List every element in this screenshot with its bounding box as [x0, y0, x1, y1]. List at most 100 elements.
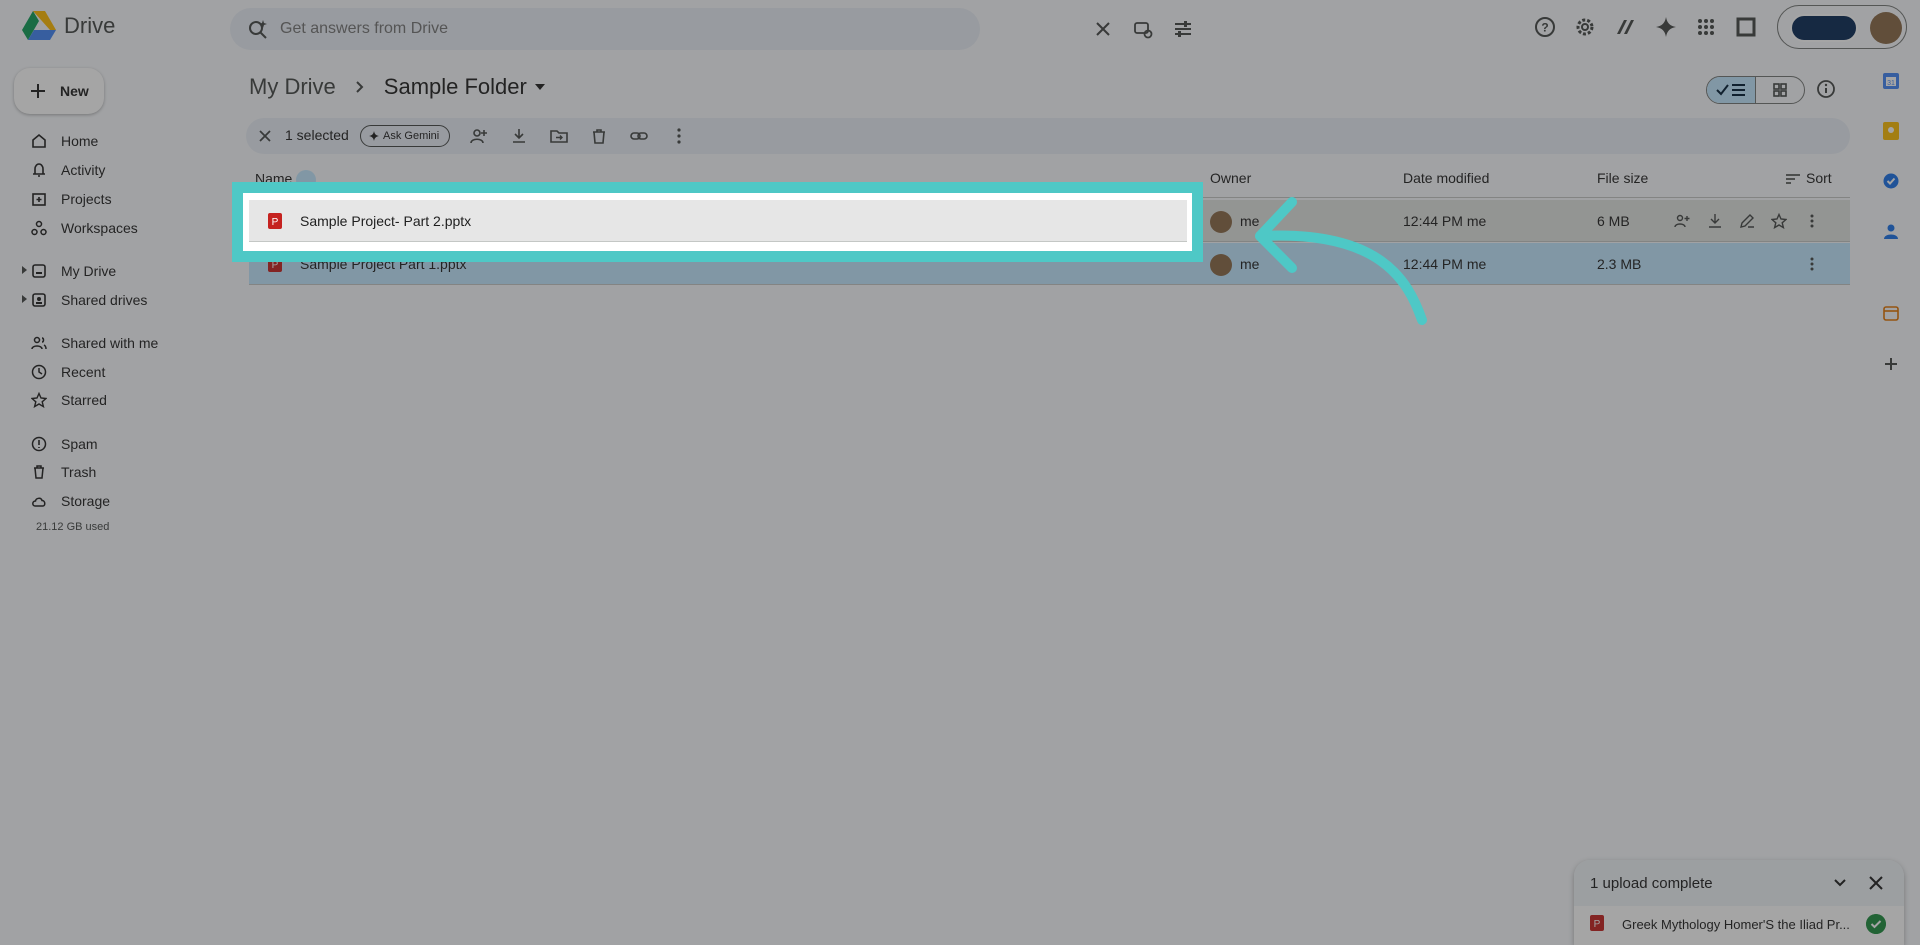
expand-caret-icon[interactable] — [22, 266, 28, 274]
info-icon[interactable] — [1816, 79, 1836, 99]
new-button[interactable]: New — [14, 68, 104, 114]
avatar[interactable] — [1870, 12, 1902, 44]
close-icon[interactable] — [1868, 875, 1884, 891]
help-icon[interactable]: ? — [1534, 16, 1556, 38]
new-button-label: New — [60, 83, 89, 99]
sidebar-item-label: Shared drives — [61, 292, 148, 308]
grid-icon — [1773, 83, 1787, 97]
sort-label: Sort — [1806, 170, 1832, 186]
breadcrumb: My Drive Sample Folder — [249, 74, 545, 100]
shared-drives-icon — [32, 293, 46, 307]
sort-lines-icon — [1786, 174, 1800, 185]
plus-icon — [31, 84, 45, 98]
sidebar-item-projects[interactable]: Projects — [0, 185, 220, 213]
check-circle-icon — [1866, 914, 1886, 934]
upload-status-title: 1 upload complete — [1590, 875, 1713, 892]
gemini-sparkle-icon[interactable] — [1655, 16, 1677, 38]
ask-gemini-button[interactable]: Ask Gemini — [360, 125, 451, 147]
view-toggle — [1706, 76, 1805, 104]
selection-toolbar: 1 selected Ask Gemini — [246, 118, 1850, 154]
clock-icon — [31, 364, 47, 380]
share-add-person-icon[interactable] — [470, 127, 488, 145]
file-size: 2.3 MB — [1597, 256, 1642, 272]
calendar-icon[interactable]: 31 — [1883, 72, 1899, 90]
workspaces-icon — [31, 220, 47, 236]
upload-status-panel: 1 upload complete P Greek Mythology Home… — [1574, 860, 1904, 945]
column-owner[interactable]: Owner — [1210, 170, 1251, 186]
avatar — [1210, 211, 1232, 233]
apps-grid-icon[interactable] — [1695, 16, 1717, 38]
sidebar-item-my-drive[interactable]: My Drive — [0, 257, 220, 285]
copy-link-icon[interactable] — [630, 127, 648, 145]
storage-used-text: 21.12 GB used — [36, 521, 110, 533]
svg-text:31: 31 — [1887, 80, 1895, 87]
sidebar-item-label: My Drive — [61, 263, 117, 279]
account-switcher[interactable] — [1777, 5, 1907, 49]
tasks-icon[interactable] — [1883, 173, 1899, 189]
file-size: 6 MB — [1597, 213, 1630, 229]
drive-logo[interactable]: Drive — [22, 11, 115, 41]
selected-count: 1 selected — [285, 127, 349, 143]
chevron-down-icon[interactable] — [1832, 875, 1848, 891]
sidebar-item-spam[interactable]: Spam — [0, 430, 220, 458]
svg-text:?: ? — [1541, 21, 1548, 35]
column-date-modified[interactable]: Date modified — [1403, 170, 1489, 186]
more-vert-icon[interactable] — [1804, 213, 1820, 229]
window-square-icon[interactable] — [1735, 16, 1757, 38]
expand-caret-icon[interactable] — [22, 295, 28, 303]
search-drive-icon[interactable] — [1133, 19, 1153, 39]
more-vert-icon[interactable] — [1804, 256, 1820, 272]
star-icon — [31, 392, 47, 408]
sidebar-item-recent[interactable]: Recent — [0, 358, 220, 386]
grid-view-button[interactable] — [1756, 77, 1804, 103]
keep-icon[interactable] — [1883, 122, 1899, 140]
sidebar-item-label: Recent — [61, 364, 106, 380]
sidebar-item-shared-with-me[interactable]: Shared with me — [0, 329, 220, 357]
powerpoint-file-icon: P — [1590, 915, 1604, 931]
column-file-size[interactable]: File size — [1597, 170, 1648, 186]
list-view-button[interactable] — [1707, 77, 1756, 103]
breadcrumb-my-drive[interactable]: My Drive — [249, 74, 336, 100]
trash-icon — [34, 465, 44, 479]
home-icon — [32, 133, 46, 148]
breadcrumb-current-folder[interactable]: Sample Folder — [384, 74, 545, 100]
sidebar-item-activity[interactable]: Activity — [0, 156, 220, 184]
sidebar-item-starred[interactable]: Starred — [0, 386, 220, 414]
org-logo — [1790, 14, 1858, 42]
download-icon[interactable] — [510, 127, 528, 145]
share-add-person-icon[interactable] — [1674, 213, 1690, 229]
settings-gear-icon[interactable] — [1574, 16, 1596, 38]
rename-pencil-icon[interactable] — [1739, 213, 1755, 229]
move-to-folder-icon[interactable] — [550, 127, 568, 145]
sidebar-item-shared-drives[interactable]: Shared drives — [0, 286, 220, 314]
search-options-icon[interactable] — [1173, 19, 1193, 39]
sort-button[interactable]: Sort — [1786, 170, 1832, 186]
avatar — [1210, 254, 1232, 276]
search-spark-icon — [249, 20, 267, 39]
more-vert-icon[interactable] — [670, 127, 688, 145]
app-name: Drive — [64, 13, 116, 38]
sidebar-item-label: Activity — [61, 162, 106, 178]
sidebar-item-trash[interactable]: Trash — [0, 458, 220, 486]
star-icon[interactable] — [1771, 213, 1787, 229]
sidebar-item-label: Storage — [61, 493, 111, 509]
add-plus-icon[interactable] — [1883, 356, 1899, 372]
download-icon[interactable] — [1707, 213, 1723, 229]
sidebar-item-storage[interactable]: Storage — [0, 487, 220, 515]
sidebar-item-workspaces[interactable]: Workspaces — [0, 214, 220, 242]
contacts-icon[interactable] — [1883, 223, 1899, 239]
pointer-arrow-icon — [1255, 197, 1427, 325]
calendar-booking-icon[interactable] — [1883, 305, 1899, 321]
trash-icon[interactable] — [590, 127, 608, 145]
cloud-icon — [32, 497, 46, 507]
search-input[interactable] — [280, 18, 840, 40]
projects-icon — [32, 193, 46, 206]
bell-icon — [33, 163, 45, 177]
clear-selection-icon[interactable] — [256, 127, 274, 145]
people-icon — [31, 336, 47, 350]
apps-script-icon[interactable] — [1614, 16, 1636, 38]
clear-search-icon[interactable] — [1093, 19, 1113, 39]
uploaded-file-name[interactable]: Greek Mythology Homer'S the Iliad Pr... — [1622, 917, 1850, 932]
sidebar-item-home[interactable]: Home — [0, 127, 220, 155]
search-bar[interactable] — [230, 8, 1191, 50]
